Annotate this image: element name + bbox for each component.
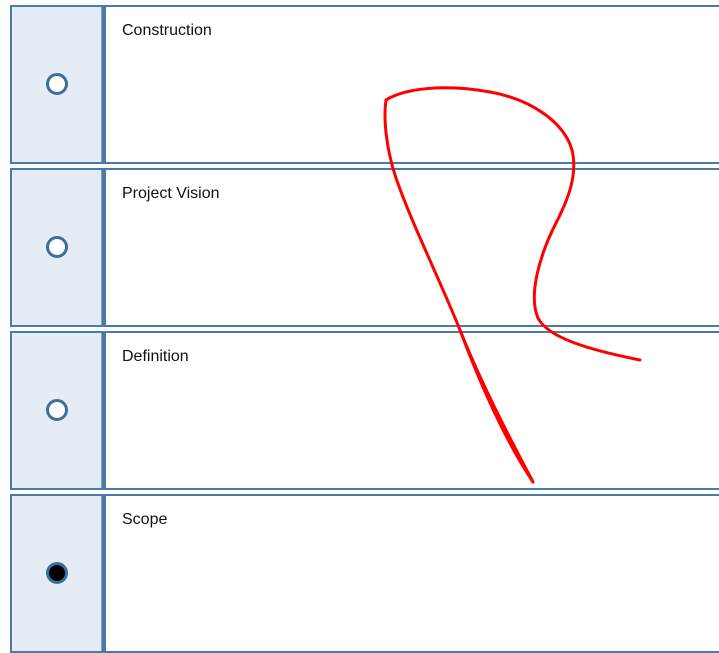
option-row-construction[interactable]: Construction xyxy=(10,5,719,164)
option-text-cell[interactable]: Definition xyxy=(104,331,719,490)
radio-button-definition[interactable] xyxy=(46,399,68,421)
radio-cell[interactable] xyxy=(10,168,104,327)
option-text-cell[interactable]: Construction xyxy=(104,5,719,164)
radio-cell[interactable] xyxy=(10,331,104,490)
radio-button-project-vision[interactable] xyxy=(46,236,68,258)
option-label-project-vision: Project Vision xyxy=(122,185,220,202)
option-label-construction: Construction xyxy=(122,22,212,39)
option-row-project-vision[interactable]: Project Vision xyxy=(10,168,719,327)
option-text-cell[interactable]: Project Vision xyxy=(104,168,719,327)
radio-button-scope[interactable] xyxy=(46,562,68,584)
radio-cell[interactable] xyxy=(10,5,104,164)
option-row-scope[interactable]: Scope xyxy=(10,494,719,653)
option-text-cell[interactable]: Scope xyxy=(104,494,719,653)
radio-button-construction[interactable] xyxy=(46,73,68,95)
option-label-definition: Definition xyxy=(122,348,189,365)
radio-cell[interactable] xyxy=(10,494,104,653)
option-label-scope: Scope xyxy=(122,511,168,528)
option-row-definition[interactable]: Definition xyxy=(10,331,719,490)
